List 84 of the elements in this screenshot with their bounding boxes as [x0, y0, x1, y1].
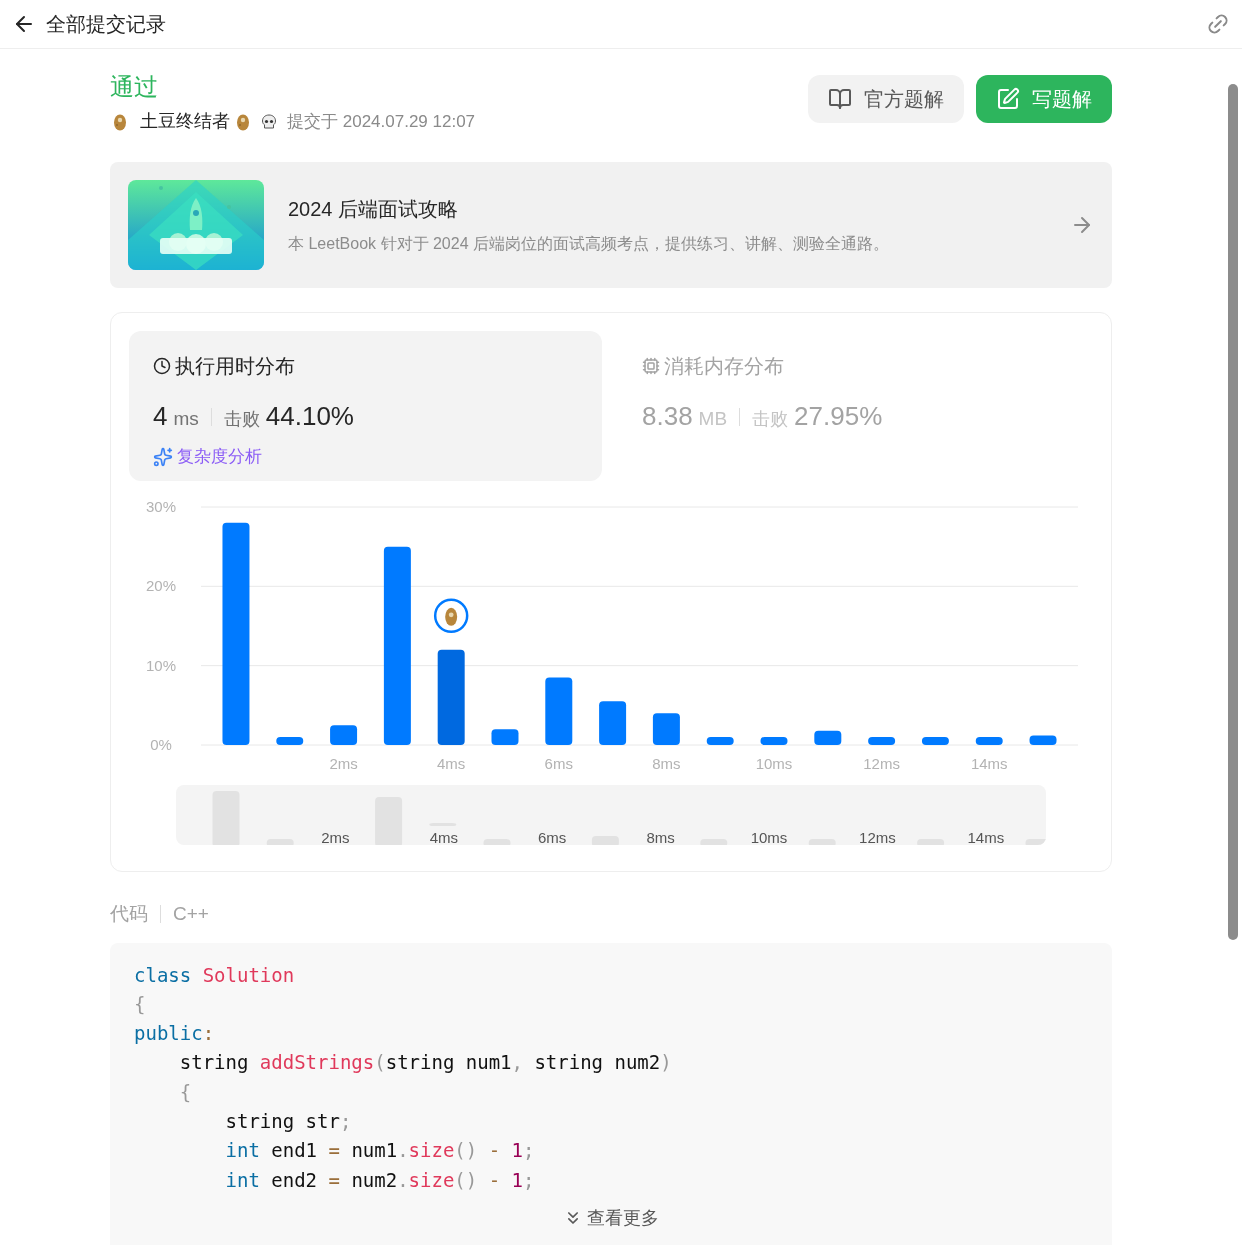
status-text: 通过	[110, 72, 159, 102]
stat-unit: ms	[173, 407, 199, 431]
overview-label: 2ms	[321, 829, 350, 845]
link-button[interactable]	[1206, 12, 1230, 36]
overview-bar	[808, 839, 836, 845]
stat-value: 8.38	[642, 400, 693, 433]
complexity-analysis-link[interactable]: 复杂度分析	[153, 444, 262, 470]
y-tick-label: 30%	[146, 498, 176, 515]
stat-card[interactable]: 执行用时分布 4 ms 击败 44.10% 复杂度分析	[129, 331, 602, 481]
histogram-bar[interactable]	[814, 730, 842, 745]
histogram-bar[interactable]	[975, 737, 1003, 745]
code-line: {	[134, 991, 146, 1017]
submit-time: 提交于 2024.07.29 12:07	[287, 110, 476, 133]
histogram-bar[interactable]	[330, 725, 358, 745]
beat-percent: 44.10%	[265, 400, 354, 433]
chart-overview[interactable]: 2ms 4ms 6ms 8ms 10ms 12ms 14ms	[176, 785, 1046, 845]
x-tick-label: 4ms	[437, 755, 466, 772]
x-tick-label: 2ms	[329, 755, 358, 772]
scrollbar[interactable]	[1228, 84, 1238, 940]
x-tick-label: 12ms	[863, 755, 900, 772]
histogram-bar[interactable]	[545, 677, 573, 745]
overview-label: 6ms	[538, 829, 567, 845]
clock-icon	[153, 357, 171, 375]
x-tick-label: 14ms	[970, 755, 1008, 772]
y-tick-label: 0%	[150, 736, 172, 753]
overview-bar	[266, 839, 294, 845]
histogram-bar[interactable]	[1029, 735, 1057, 745]
username: 土豆终结者	[140, 110, 230, 133]
histogram-bar[interactable]	[868, 737, 896, 745]
code-line: public:	[134, 1021, 215, 1047]
code-line: int end1 = num1.size() - 1;	[224, 1138, 535, 1164]
overview-bar	[483, 839, 511, 845]
official-solution-button[interactable]: 官方题解	[808, 75, 964, 123]
histogram-bar[interactable]	[599, 701, 627, 745]
banner-title: 2024 后端面试攻略	[288, 197, 460, 222]
overview-label: 10ms	[750, 829, 788, 845]
histogram-bar[interactable]	[222, 522, 250, 745]
histogram-bar[interactable]	[760, 737, 788, 745]
stat-value: 4	[153, 400, 168, 433]
histogram-bar[interactable]	[383, 546, 411, 745]
book-icon	[828, 87, 852, 111]
overview-label: 14ms	[967, 829, 1005, 845]
histogram-bar[interactable]	[706, 737, 734, 745]
beat-label: 击败	[752, 408, 789, 431]
leetbook-banner[interactable]: 2024 后端面试攻略 本 LeetBook 针对于 2024 后端岗位的面试高频考点，提供练习、讲解、测验全通路。	[110, 162, 1112, 288]
sparkle-icon	[153, 446, 173, 467]
code-line: string str;	[224, 1109, 352, 1134]
banner-description: 本 LeetBook 针对于 2024 后端岗位的面试高频考点，提供练习、讲解、测验全通路。	[288, 234, 890, 254]
beat-label: 击败	[223, 408, 260, 431]
x-tick-label: 10ms	[755, 755, 793, 772]
overview-label: 12ms	[859, 829, 896, 845]
code-line: string addStrings(string num1, string num2)	[178, 1050, 672, 1076]
histogram-bar[interactable]	[276, 737, 304, 745]
overview-bar	[375, 797, 403, 845]
beat-percent: 27.95%	[794, 400, 883, 433]
histogram-bar[interactable]	[652, 713, 680, 745]
user-marker-icon	[433, 598, 469, 634]
overview-label: 4ms	[429, 829, 458, 845]
overview-bar	[1025, 839, 1046, 845]
histogram-bar[interactable]	[437, 649, 465, 745]
stat-unit: MB	[698, 407, 728, 431]
x-tick-label: 6ms	[544, 755, 573, 772]
y-tick-label: 10%	[146, 656, 176, 674]
code-label: 代码	[110, 902, 148, 926]
overview-bar	[212, 791, 240, 845]
page-title: 全部提交记录	[46, 12, 166, 37]
code-line: {	[178, 1079, 192, 1105]
show-more-button[interactable]: 查看更多	[563, 1204, 659, 1232]
histogram-bar[interactable]	[491, 729, 519, 745]
stat-title: 执行用时分布	[175, 354, 295, 379]
overview-bar	[917, 839, 945, 845]
language-label: C++	[173, 902, 209, 926]
code-line: int end2 = num2.size() - 1;	[224, 1167, 535, 1193]
chip-icon	[642, 357, 660, 375]
pencil-square-icon	[996, 87, 1020, 111]
overview-bar	[700, 839, 728, 845]
stat-title: 消耗内存分布	[664, 354, 784, 379]
y-tick-label: 20%	[146, 577, 176, 595]
code-line: class Solution	[134, 962, 295, 988]
skull-icon	[259, 111, 279, 132]
histogram-bar[interactable]	[921, 737, 949, 745]
overview-bar	[591, 836, 619, 845]
overview-label: 8ms	[646, 829, 675, 845]
x-tick-label: 8ms	[652, 755, 681, 772]
